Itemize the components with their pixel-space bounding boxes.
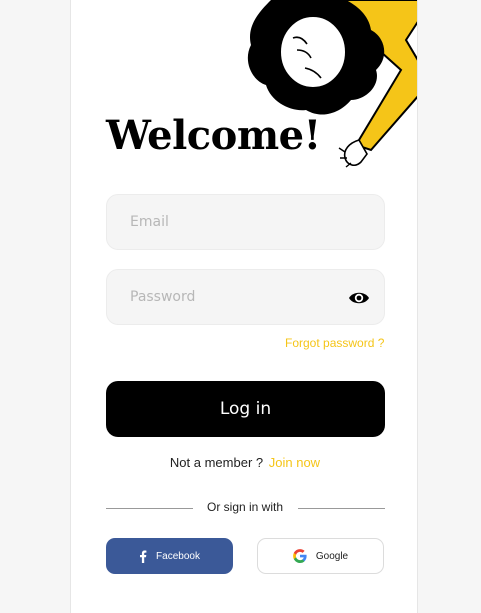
- or-sign-in-text: Or sign in with: [206, 500, 284, 514]
- eye-icon[interactable]: [348, 288, 370, 308]
- login-card: Welcome! Forgot password ? Log in Not a …: [70, 0, 418, 613]
- google-button[interactable]: Google: [257, 538, 384, 574]
- facebook-button[interactable]: Facebook: [106, 538, 233, 574]
- login-button[interactable]: Log in: [106, 381, 385, 437]
- forgot-password-link[interactable]: Forgot password ?: [285, 336, 384, 350]
- join-now-link[interactable]: Join now: [269, 455, 320, 470]
- page-title: Welcome!: [106, 112, 321, 159]
- facebook-label: Facebook: [156, 550, 200, 562]
- google-icon: [293, 549, 307, 563]
- google-label: Google: [315, 550, 349, 562]
- signup-prompt: Not a member ? Join now: [71, 455, 417, 470]
- email-field-container: [106, 194, 385, 250]
- divider-right: [298, 508, 385, 509]
- email-input[interactable]: [107, 195, 384, 249]
- facebook-icon: [139, 550, 147, 563]
- signup-prompt-text: Not a member ?: [169, 455, 264, 470]
- password-field-container: [106, 269, 385, 325]
- password-input[interactable]: [107, 270, 384, 324]
